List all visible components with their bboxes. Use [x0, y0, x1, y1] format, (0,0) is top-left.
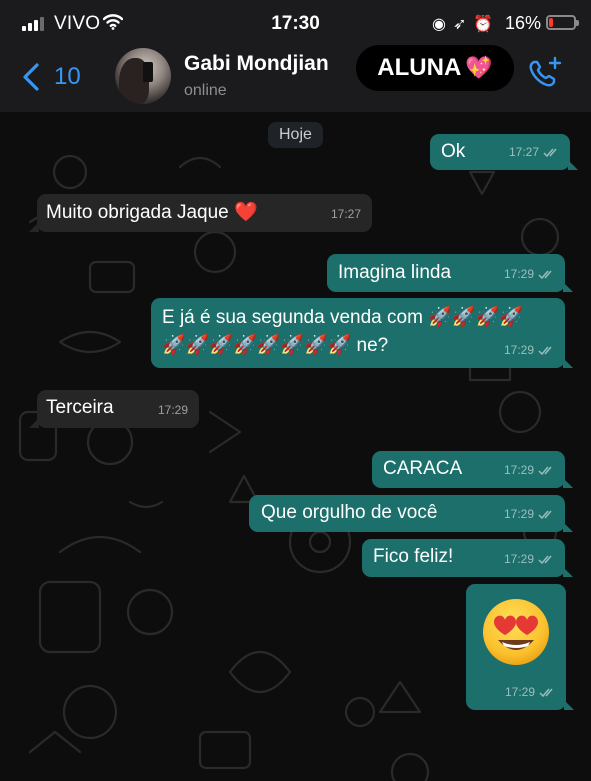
double-check-icon	[538, 510, 552, 519]
chat-area[interactable]: Hoje Ok 17:27 Muito obrigada Jaque ❤️ 17…	[0, 112, 591, 781]
message-meta: 17:29	[504, 261, 555, 288]
message-text: Muito obrigada Jaque ❤️	[46, 202, 258, 223]
message-bubble-outgoing[interactable]: Que orgulho de você 17:29	[249, 495, 573, 532]
message-time: 17:27	[330, 207, 361, 221]
back-button[interactable]: 10	[22, 60, 81, 94]
double-check-icon	[538, 466, 552, 475]
heart-eyes-emoji-icon	[483, 599, 549, 665]
message-meta: 17:29	[505, 679, 556, 706]
message-time: 17:29	[503, 507, 534, 521]
contact-label-text: ALUNA	[377, 54, 462, 81]
sparkling-heart-icon: 💖	[465, 55, 493, 80]
screen-lock-icon: ◉	[432, 16, 453, 33]
avatar[interactable]	[115, 48, 171, 104]
message-time: 17:27	[508, 145, 539, 159]
message-bubble-outgoing[interactable]: E já é sua segunda venda com 🚀🚀🚀🚀 🚀🚀🚀🚀🚀🚀…	[151, 298, 573, 368]
message-text: Fico feliz!	[373, 546, 454, 567]
message-bubble-outgoing[interactable]: Imagina linda 17:29	[327, 254, 573, 292]
message-text: Que orgulho de você	[261, 502, 438, 523]
message-time: 17:29	[504, 685, 535, 699]
contact-label: ALUNA 💖	[356, 45, 514, 91]
double-check-icon	[543, 148, 557, 157]
add-call-icon[interactable]	[525, 54, 563, 92]
contact-name[interactable]: Gabi Mondjian	[184, 52, 329, 76]
message-bubble-incoming[interactable]: Muito obrigada Jaque ❤️ 17:27	[29, 194, 372, 232]
status-icons: ◉➶⏰	[432, 14, 500, 34]
clock: 17:30	[271, 13, 320, 34]
message-text: Terceira	[46, 397, 114, 418]
message-meta: 17:29	[504, 457, 555, 484]
battery-percent: 16%	[505, 13, 542, 33]
message-time: 17:29	[503, 343, 534, 357]
message-text: Imagina linda	[338, 262, 452, 283]
message-bubble-incoming[interactable]: Terceira 17:29	[29, 390, 199, 428]
message-time: 17:29	[503, 267, 534, 281]
double-check-icon	[538, 346, 552, 355]
message-meta: 17:29	[504, 501, 555, 528]
double-check-icon	[538, 555, 552, 564]
contact-status: online	[184, 82, 227, 99]
battery-icon	[546, 15, 579, 30]
unread-count: 10	[54, 63, 81, 90]
double-check-icon	[539, 688, 553, 697]
message-time: 17:29	[503, 552, 534, 566]
message-bubble-outgoing[interactable]: Ok 17:27	[430, 134, 578, 170]
status-bar: VIVO 17:30 ◉➶⏰ 16%	[0, 0, 591, 48]
message-text-line2: 🚀🚀🚀🚀🚀🚀🚀🚀 ne?	[162, 335, 389, 356]
message-meta: 17:29	[504, 546, 555, 573]
date-separator: Hoje	[268, 122, 323, 148]
message-time: 17:29	[503, 463, 534, 477]
message-text: Ok	[441, 141, 466, 162]
message-meta: 17:27	[509, 139, 560, 166]
message-text: E já é sua segunda venda com 🚀🚀🚀🚀	[162, 307, 523, 328]
location-icon: ➶	[452, 16, 474, 33]
alarm-icon: ⏰	[473, 16, 501, 33]
double-check-icon	[538, 270, 552, 279]
message-meta: 17:29	[504, 337, 555, 364]
message-time: 17:29	[157, 403, 188, 417]
message-bubble-outgoing[interactable]: CARACA 17:29	[372, 451, 573, 488]
message-bubble-outgoing[interactable]: 😍 17:29	[466, 584, 574, 710]
chat-header: 10 Gabi Mondjian online ALUNA 💖	[0, 45, 591, 112]
chevron-left-icon	[23, 63, 39, 91]
message-text: CARACA	[383, 458, 463, 479]
message-bubble-outgoing[interactable]: Fico feliz! 17:29	[362, 539, 573, 577]
